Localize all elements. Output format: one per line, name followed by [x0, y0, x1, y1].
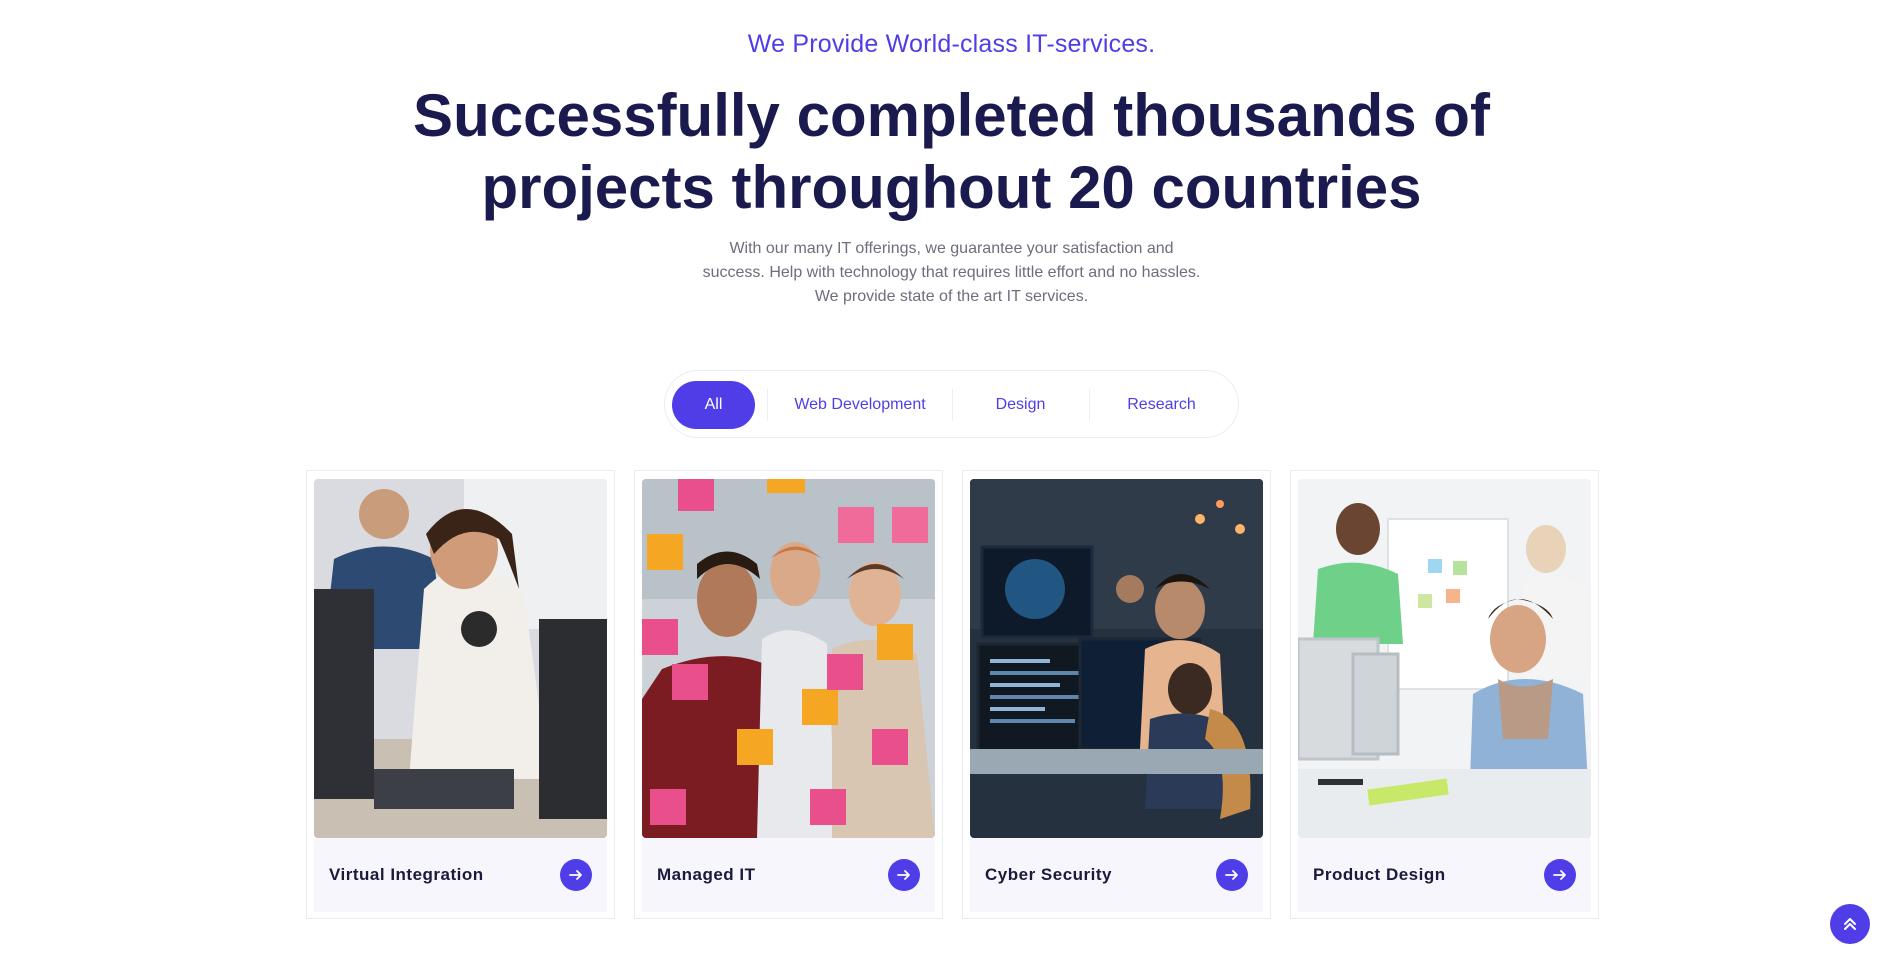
filter-tabs: All Web Development Design Research: [664, 370, 1239, 438]
tab-web-development[interactable]: Web Development: [779, 381, 941, 429]
service-card[interactable]: Cyber Security: [962, 470, 1271, 919]
tab-divider: [952, 389, 953, 421]
card-footer: Product Design: [1298, 838, 1591, 912]
section-eyebrow: We Provide World-class IT-services.: [747, 30, 1156, 58]
arrow-right-icon[interactable]: [888, 859, 920, 891]
team-sticky-notes-photo: [642, 479, 935, 838]
card-title: Product Design: [1313, 865, 1446, 884]
card-footer: Virtual Integration: [314, 838, 607, 912]
tab-design[interactable]: Design: [962, 381, 1079, 429]
woman-drawing-tablet-photo: [1298, 479, 1591, 838]
tab-divider: [1089, 389, 1090, 421]
card-footer: Managed IT: [642, 838, 935, 912]
tab-research[interactable]: Research: [1099, 381, 1224, 429]
service-card[interactable]: Virtual Integration: [306, 470, 615, 919]
tab-divider: [767, 389, 768, 421]
headline-line-2: projects throughout 20 countries: [481, 154, 1422, 221]
description-line-3: We provide state of the art IT services.: [814, 288, 1089, 305]
description-line-2: success. Help with technology that requi…: [702, 264, 1201, 281]
headline-line-1: Successfully completed thousands of: [413, 82, 1490, 149]
card-title: Cyber Security: [985, 865, 1112, 884]
monitors-coding-photo: [970, 479, 1263, 838]
page: We Provide World-class IT-services. Succ…: [0, 0, 1903, 961]
card-title: Virtual Integration: [329, 865, 484, 884]
service-card[interactable]: Managed IT: [634, 470, 943, 919]
card-footer: Cyber Security: [970, 838, 1263, 912]
section-description: With our many IT offerings, we guarantee…: [0, 237, 1903, 309]
service-card[interactable]: Product Design: [1290, 470, 1599, 919]
section-headline: Successfully completed thousands of proj…: [0, 80, 1903, 224]
description-line-1: With our many IT offerings, we guarantee…: [729, 240, 1174, 257]
arrow-right-icon[interactable]: [560, 859, 592, 891]
double-chevron-up-icon: [1844, 918, 1856, 930]
arrow-right-icon[interactable]: [1544, 859, 1576, 891]
woman-at-computer-photo: [314, 479, 607, 838]
arrow-right-icon[interactable]: [1216, 859, 1248, 891]
tab-all[interactable]: All: [672, 381, 755, 429]
card-title: Managed IT: [657, 865, 756, 884]
scroll-to-top-button[interactable]: [1830, 904, 1870, 944]
